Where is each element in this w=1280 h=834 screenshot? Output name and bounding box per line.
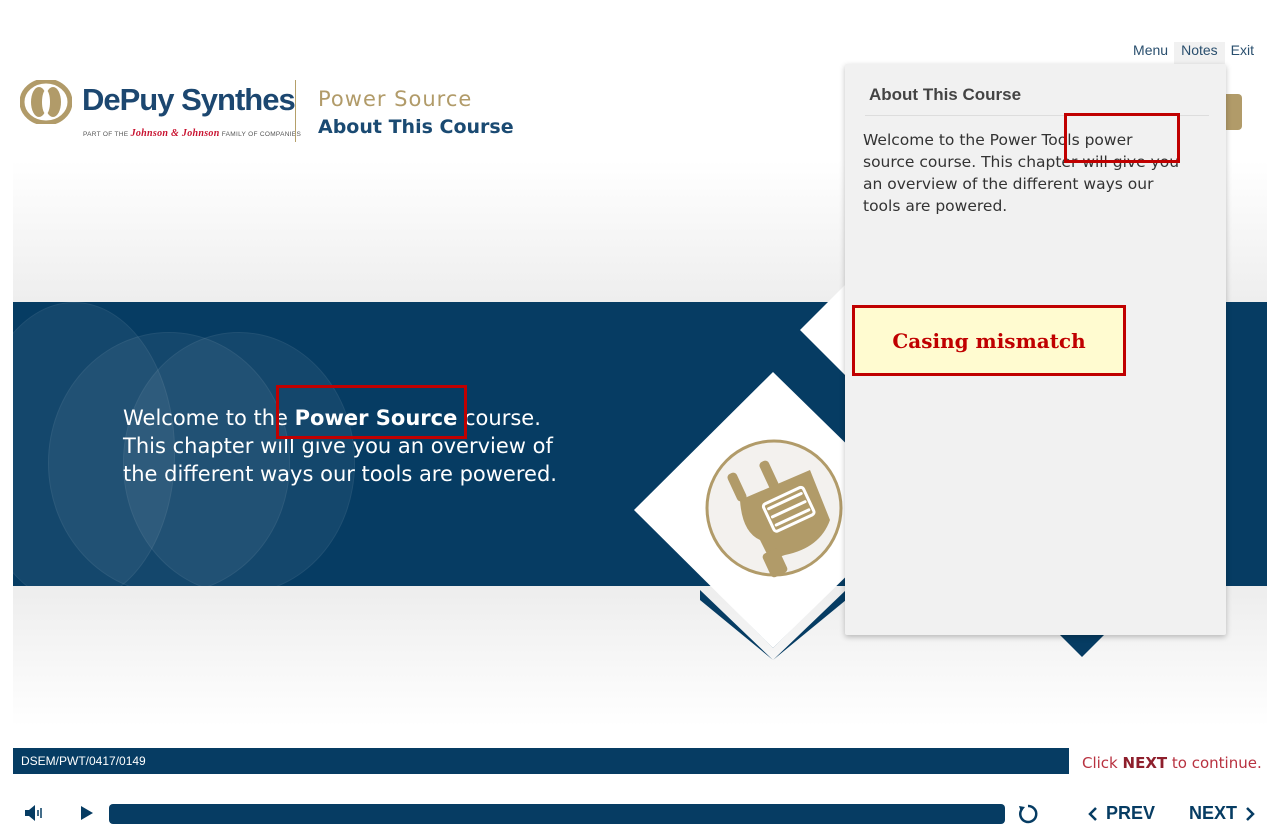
logo-mark-icon [20, 80, 72, 124]
document-code-bar: DSEM/PWT/0417/0149 [13, 748, 1069, 774]
continue-hint: Click NEXT to continue. [1082, 754, 1262, 772]
header-divider [295, 80, 296, 142]
course-title: Power Source [318, 87, 473, 111]
logo-wordmark: DePuy Synthes [82, 82, 296, 117]
top-links: Menu Notes Exit [1127, 42, 1260, 64]
annotation-box-hero [276, 385, 467, 439]
logo-tagline: PART OF THE Johnson & Johnson FAMILY OF … [83, 128, 302, 139]
course-subtitle: About This Course [318, 116, 514, 138]
chevron-right-icon [1246, 806, 1255, 821]
annotation-box-notes [1064, 113, 1180, 163]
exit-link[interactable]: Exit [1225, 42, 1260, 64]
playback-progress-bar[interactable] [109, 804, 1005, 824]
play-icon[interactable] [80, 805, 94, 821]
volume-icon[interactable] [24, 804, 44, 822]
chevron-left-icon [1088, 806, 1097, 821]
prev-button[interactable]: PREV [1088, 803, 1155, 824]
replay-icon[interactable] [1017, 803, 1039, 825]
menu-link[interactable]: Menu [1127, 42, 1174, 64]
document-code: DSEM/PWT/0417/0149 [21, 754, 146, 768]
notes-title: About This Course [869, 85, 1022, 104]
annotation-label: Casing mismatch [852, 305, 1126, 376]
next-button[interactable]: NEXT [1189, 803, 1255, 824]
notes-link[interactable]: Notes [1174, 42, 1225, 64]
